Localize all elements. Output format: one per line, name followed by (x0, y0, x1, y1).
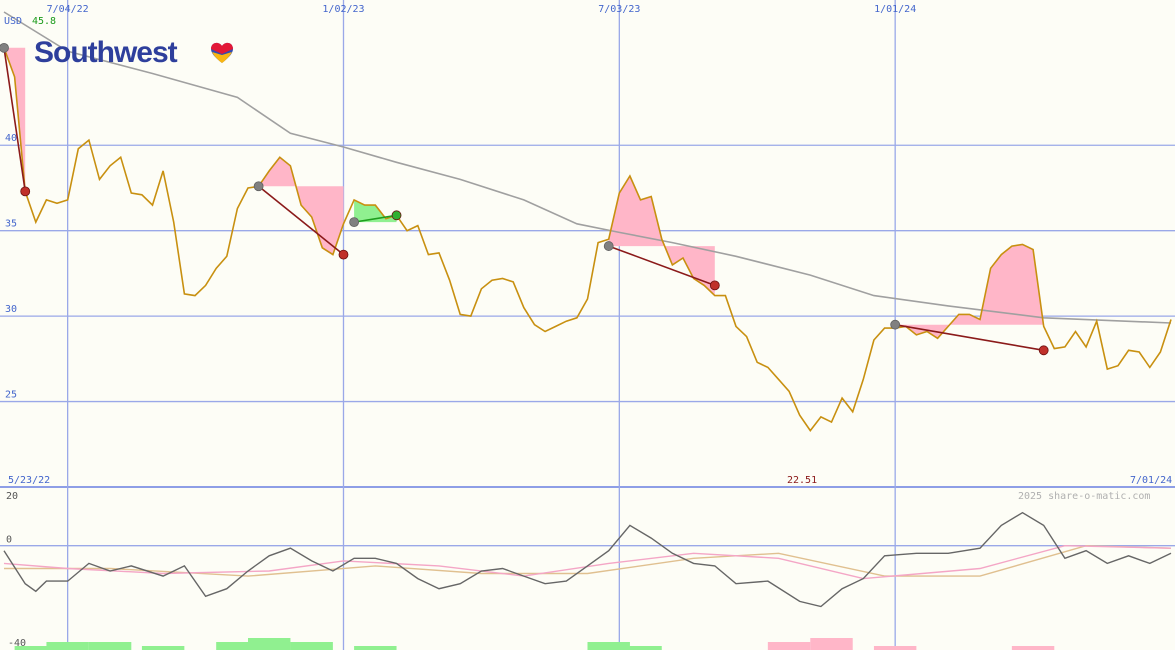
price-tick-label: 35 (5, 219, 17, 230)
grid-lines (0, 0, 1175, 650)
price-tick-label: 40 (5, 133, 17, 144)
price-line (3, 47, 1172, 432)
signal-line-loss (895, 323, 1044, 352)
date-tick-label: 1/02/23 (322, 4, 364, 15)
volume-bar-loss (1011, 646, 1055, 650)
date-tick-label: 7/04/22 (47, 4, 89, 15)
signal-exit-marker (709, 280, 720, 291)
signal-fill-loss (895, 244, 1044, 339)
series-lines (3, 11, 1172, 432)
signal-exit-marker (338, 249, 349, 260)
southwest-logo: Southwest (34, 36, 233, 69)
start-date-label: 5/23/22 (8, 475, 50, 486)
axis-labels: 25 30 35 40 7/04/22 1/02/23 7/03/23 1/01/24 20 0 -… (5, 4, 916, 649)
heart-icon (211, 42, 233, 63)
oscillator-line (3, 511, 1172, 608)
volume-bar-gain (88, 642, 132, 650)
stock-chart: 25 30 35 40 7/04/22 1/02/23 7/03/23 1/01/24 20 0 -… (0, 0, 1175, 650)
top-value-label: 45.8 (32, 16, 56, 27)
signal-entry-marker (603, 241, 614, 251)
signal-entry-marker (890, 319, 901, 330)
volume-bar-loss (873, 646, 917, 650)
volume-bar-gain (46, 642, 89, 650)
volume-bar-gain (290, 642, 333, 650)
low-value-label: 22.51 (787, 475, 817, 486)
signal-fills (4, 47, 1044, 339)
oscillator-panel (3, 511, 1172, 608)
volume-bar-gain (248, 638, 291, 650)
price-tick-label: 30 (5, 304, 17, 315)
signal-entry-marker (253, 181, 264, 192)
signal-exit-marker (20, 186, 31, 197)
price-tick-label: 25 (5, 390, 17, 401)
volume-bar-gain (354, 646, 397, 650)
signal-entry-marker (349, 217, 360, 228)
volume-bars (14, 638, 1055, 650)
oscillator-signal-tan-line (4, 544, 1172, 577)
signal-entry-marker (0, 42, 9, 53)
osc-tick-label: -40 (8, 638, 26, 649)
currency-label: USD (4, 16, 22, 27)
signal-exit-marker (1038, 345, 1049, 356)
date-tick-label: 1/01/24 (874, 4, 916, 15)
volume-bar-loss (810, 638, 853, 650)
volume-bar-gain (141, 646, 185, 650)
date-tick-label: 7/03/23 (598, 4, 640, 15)
osc-tick-label: 0 (6, 535, 12, 546)
credit-label: 2025 share-o-matic.com (1018, 491, 1150, 502)
end-date-label: 7/01/24 (1130, 475, 1172, 486)
osc-tick-label: 20 (6, 491, 18, 502)
logo-text: Southwest (34, 36, 178, 69)
signal-exit-marker (391, 210, 402, 221)
volume-bar-loss (767, 642, 811, 650)
volume-bar-gain (619, 646, 662, 650)
